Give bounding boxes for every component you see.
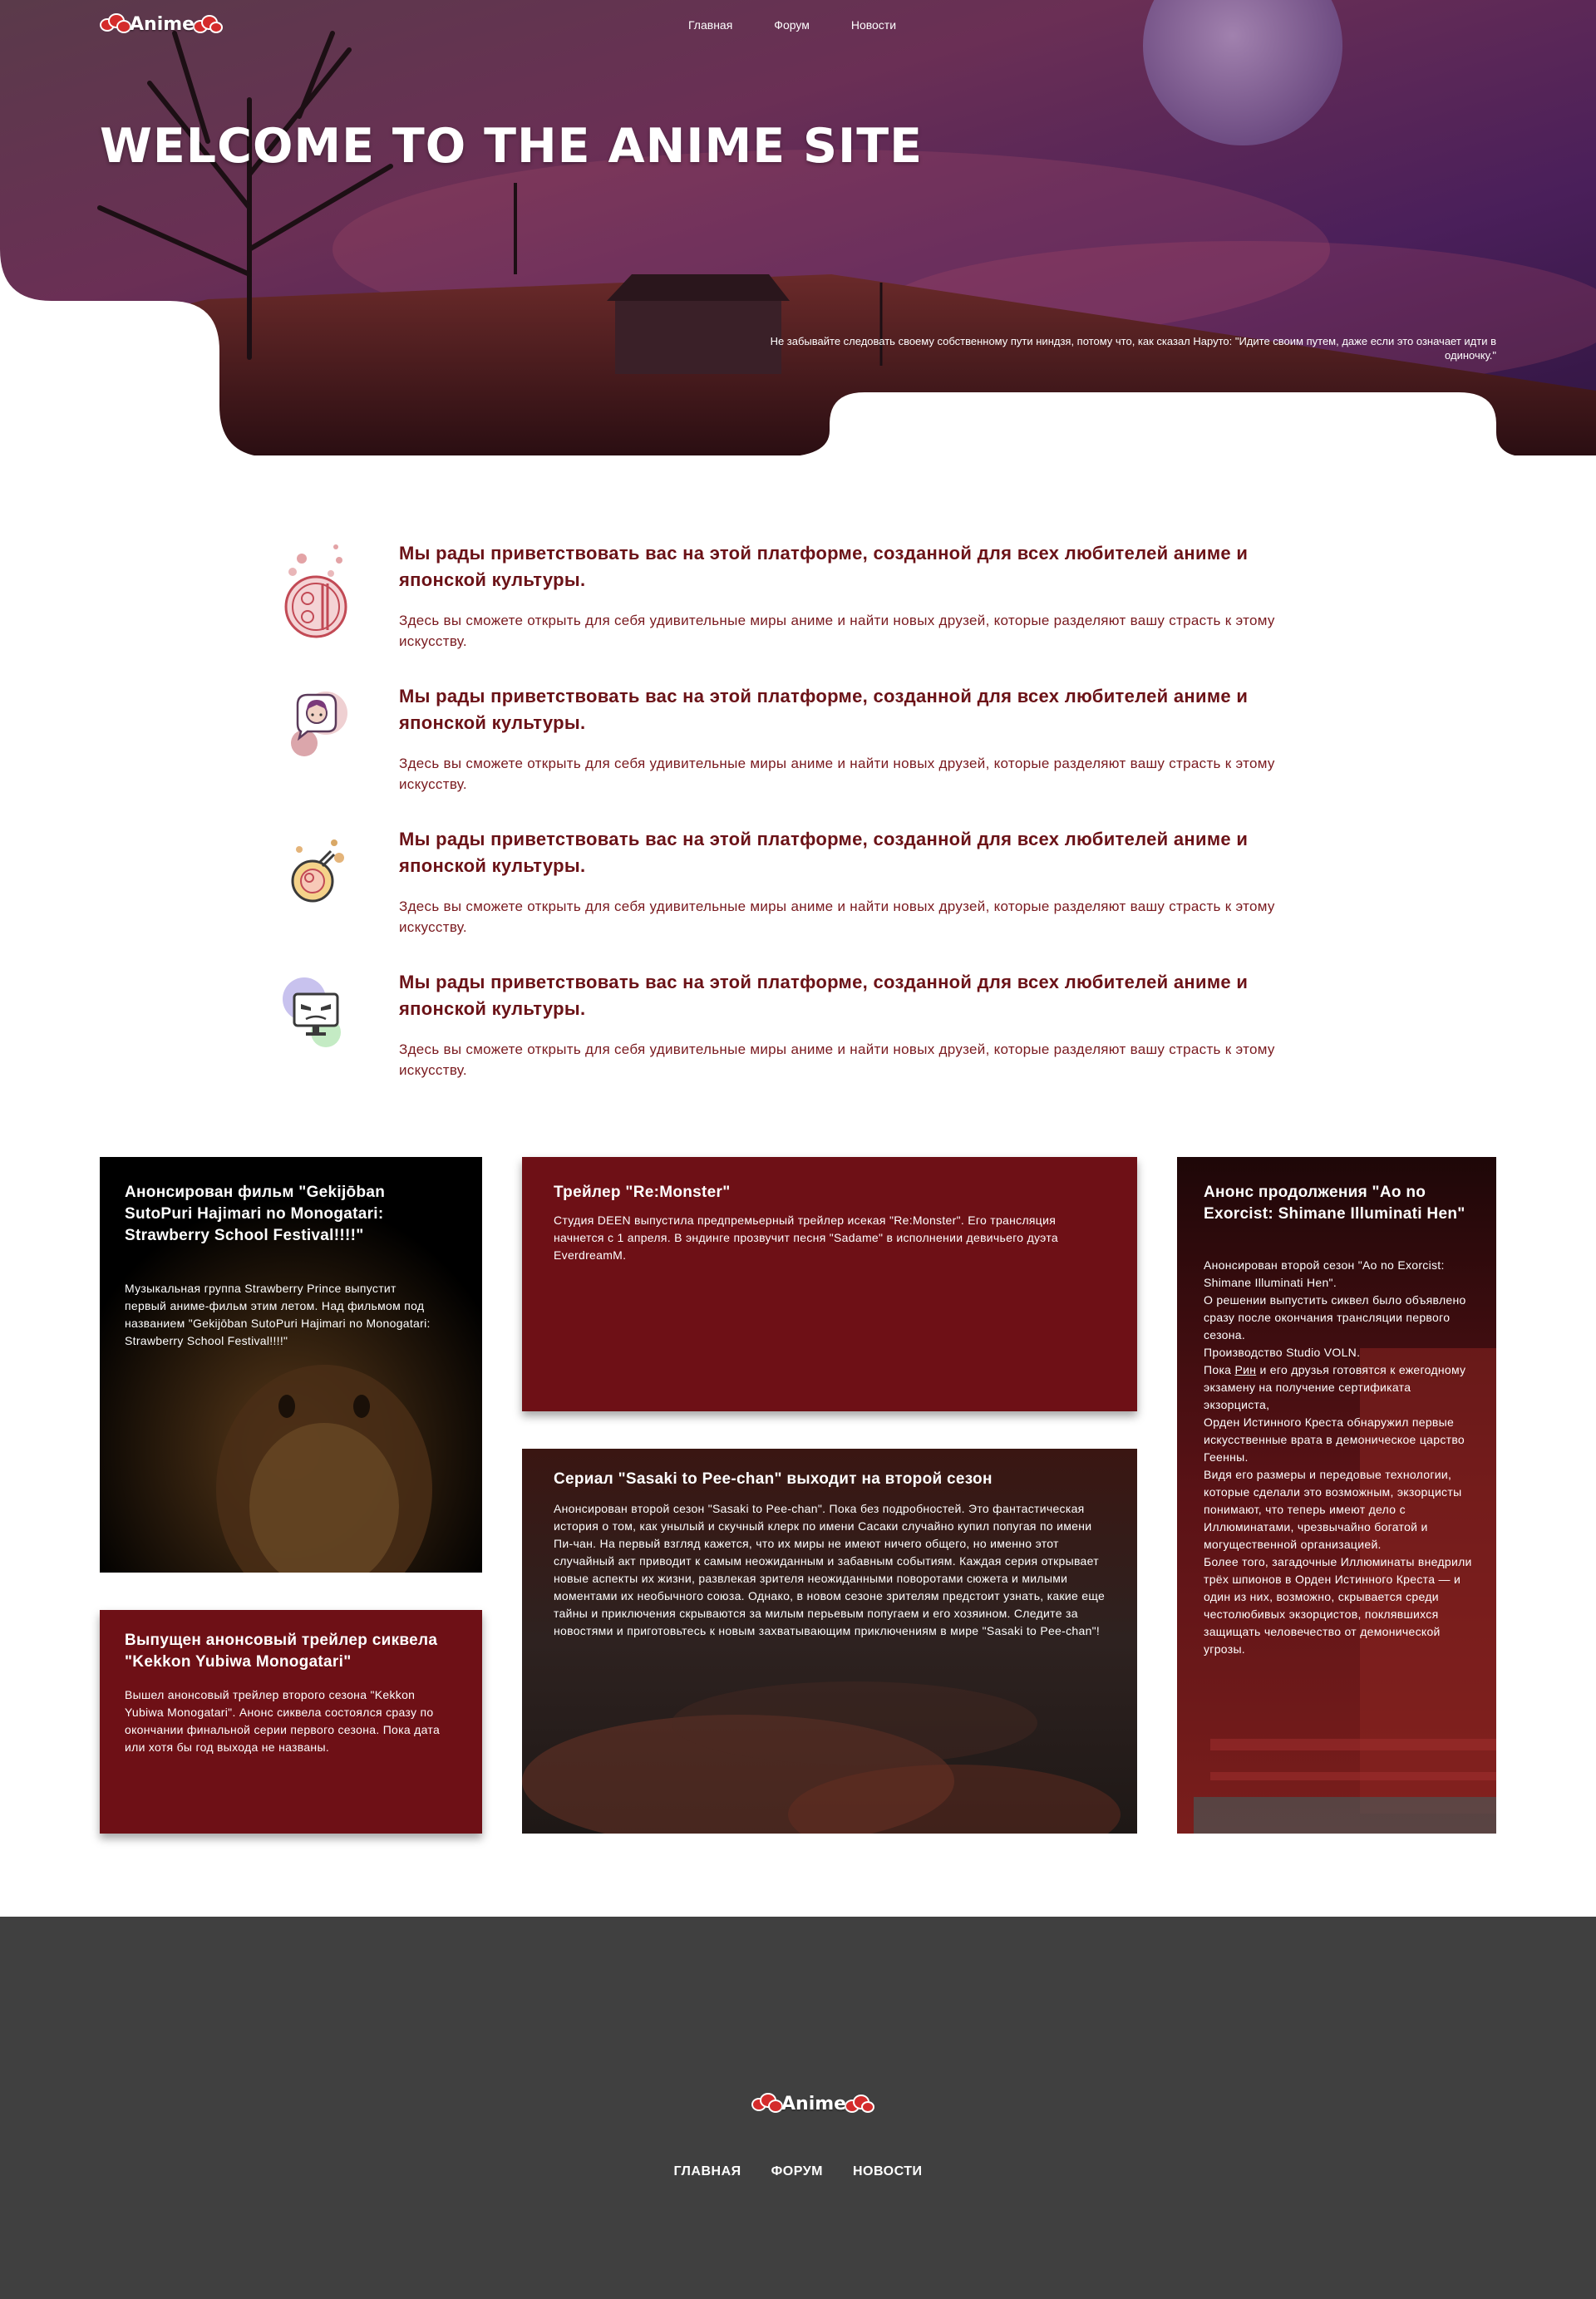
news-card-kekkon[interactable]: Выпущен анонсовый трейлер сиквела "Kekko… (100, 1610, 482, 1834)
hero-quote: Не забывайте следовать своему собственно… (770, 335, 1496, 362)
news-card-text: Музыкальная группа Strawberry Prince вып… (125, 1282, 431, 1347)
news-card-title: Трейлер "Re:Monster" (554, 1184, 731, 1201)
news-card-text: Вышел анонсовый трейлер второго сезона "… (125, 1688, 441, 1754)
news-card-paragraph: Орден Истинного Креста обнаружил первые … (1204, 1415, 1465, 1464)
news-card-aonoexorcist[interactable]: Анонс продолжения "Ao no Exorcist: Shima… (1177, 1157, 1496, 1834)
feature-item: Мы рады приветствовать вас на этой платф… (266, 826, 1347, 943)
feature-item: Мы рады приветствовать вас на этой платф… (266, 969, 1347, 1086)
footer-navigation: ГЛАВНАЯ ФОРУМ НОВОСТИ (0, 2164, 1596, 2179)
nav-link-home[interactable]: Главная (688, 18, 732, 32)
nav-link-news[interactable]: Новости (851, 18, 896, 32)
hero-section: Anime Главная Форум Новости WELCOME TO T… (0, 0, 1596, 457)
news-card-title: Анонс продолжения "Ao no Exorcist: Shima… (1204, 1184, 1465, 1223)
red-cloud-icon (841, 2091, 878, 2116)
news-card-paragraph: Производство Studio VOLN. (1204, 1346, 1361, 1359)
news-card-gekijoban[interactable]: Анонсирован фильм "Gekijōban SutoPuri Ha… (100, 1157, 482, 1573)
hero-background-image (0, 0, 1596, 457)
feature-item: Мы рады приветствовать вас на этой платф… (266, 540, 1347, 657)
feature-text: Здесь вы сможете открыть для себя удивит… (399, 1041, 1275, 1078)
ramen-bowl-icon (284, 544, 347, 638)
top-navigation: Главная Форум Новости (688, 18, 896, 32)
header-logo[interactable]: Anime (98, 12, 226, 37)
news-card-paragraph: О решении выпустить сиквел было объявлен… (1204, 1293, 1466, 1341)
footer-link-forum[interactable]: ФОРУМ (771, 2164, 823, 2179)
footer-logo[interactable]: Anime (750, 2091, 878, 2116)
feature-title: Мы рады приветствовать вас на этой платф… (399, 686, 1249, 733)
footer-link-home[interactable]: ГЛАВНАЯ (674, 2164, 741, 2179)
feature-title: Мы рады приветствовать вас на этой платф… (399, 972, 1249, 1019)
site-footer: Anime ГЛАВНАЯ ФОРУМ НОВОСТИ (0, 1917, 1596, 2299)
hero-title: WELCOME TO THE ANIME SITE (100, 119, 924, 174)
text-fragment: Пока (1204, 1363, 1235, 1376)
feature-title: Мы рады приветствовать вас на этой платф… (399, 829, 1249, 876)
news-card-text: Анонсирован второй сезон "Ao no Exorcist… (1204, 1257, 1478, 1658)
news-card-sasaki[interactable]: Сериал "Sasaki to Pee-chan" выходит на в… (522, 1449, 1137, 1834)
feature-title: Мы рады приветствовать вас на этой платф… (399, 543, 1249, 590)
news-card-paragraph: Пока Рин и его друзья готовятся к ежегод… (1204, 1361, 1478, 1414)
nav-link-forum[interactable]: Форум (774, 18, 810, 32)
footer-link-news[interactable]: НОВОСТИ (853, 2164, 923, 2179)
anime-girl-chat-icon (291, 692, 347, 756)
feature-item: Мы рады приветствовать вас на этой платф… (266, 683, 1347, 800)
feature-text: Здесь вы сможете открыть для себя удивит… (399, 898, 1275, 935)
feature-text: Здесь вы сможете открыть для себя удивит… (399, 613, 1275, 649)
news-card-paragraph: Более того, загадочные Иллюминаты внедри… (1204, 1555, 1472, 1656)
news-card-text: Студия DEEN выпустила предпремьерный тре… (554, 1213, 1058, 1262)
anime-monitor-icon (283, 977, 341, 1047)
news-card-title: Анонсирован фильм "Gekijōban SutoPuri Ha… (125, 1184, 386, 1244)
rin-link[interactable]: Рин (1234, 1363, 1256, 1376)
red-cloud-icon (190, 12, 226, 37)
feature-text: Здесь вы сможете открыть для себя удивит… (399, 756, 1275, 792)
news-card-remonster[interactable]: Трейлер "Re:Monster" Студия DEEN выпусти… (522, 1157, 1137, 1411)
news-card-paragraph: Анонсирован второй сезон "Ao no Exorcist… (1204, 1258, 1445, 1289)
news-card-paragraph: Видя его размеры и передовые технологии,… (1204, 1468, 1462, 1551)
logo-text: Anime (130, 13, 195, 35)
news-card-text: Анонсирован второй сезон "Sasaki to Pee-… (554, 1502, 1106, 1637)
logo-text: Anime (781, 2093, 847, 2114)
news-card-title: Выпущен анонсовый трейлер сиквела "Kekko… (125, 1632, 438, 1671)
news-card-title: Сериал "Sasaki to Pee-chan" выходит на в… (554, 1470, 993, 1488)
noodle-cup-icon (291, 839, 344, 903)
